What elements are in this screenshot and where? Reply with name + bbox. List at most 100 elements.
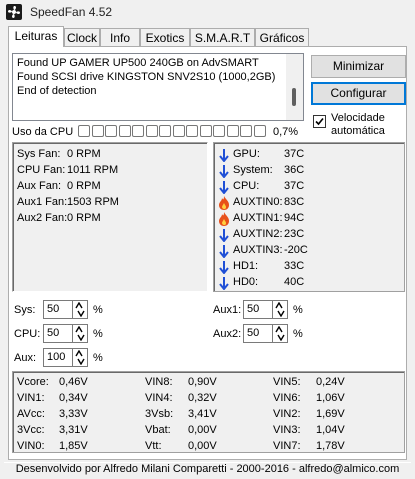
cpu-usage-segment [105,125,117,137]
cpu-usage-segment [186,125,198,137]
flame-icon [218,212,230,226]
temp-label: HD1: [233,260,259,272]
sys-speed-spinner[interactable] [72,300,88,319]
cpu-usage-segment [240,125,252,137]
voltage-label: VIN2: [273,408,301,420]
voltage-label: VIN7: [273,440,301,452]
tab-leituras[interactable]: Leituras [8,26,64,47]
sys-speed-label: Sys: [14,304,36,316]
sys-speed-unit: % [93,304,103,316]
temp-label: HD0: [233,276,259,288]
voltage-label: VIN6: [273,392,301,404]
arrow-down-icon [218,180,230,195]
tab-info[interactable]: Info [100,28,140,47]
voltage-value: 1,69V [316,408,345,420]
tab-clock[interactable]: Clock [64,28,100,47]
aux-speed-spinner[interactable] [72,348,88,367]
arrow-down-icon [218,164,230,179]
log-line: Found SCSI drive KINGSTON SNV2S10 (1000,… [17,71,276,83]
temp-label: CPU: [233,180,260,192]
cpu-usage-segment [118,125,131,137]
aux2-speed-input[interactable]: 50 [243,324,273,343]
cpu-usage-segment [213,125,225,137]
aux1-speed-spinner[interactable] [272,300,288,319]
cpu-usage-label: Uso da CPU [12,126,74,138]
title-bar: SpeedFan 4.52 [0,0,415,24]
temp-label: System: [233,164,273,176]
log-scrollbar[interactable] [286,54,303,120]
voltage-label: 3Vcc: [17,424,45,436]
fan-value: 0 RPM [67,180,101,192]
log-line: Found UP GAMER UP500 240GB on AdvSMART [17,57,259,69]
aux-speed-unit: % [93,352,103,364]
aux2-speed-spinner[interactable] [272,324,288,343]
temp-label: AUXTIN0: [233,196,283,208]
temp-value: -20C [284,244,308,256]
fan-value: 0 RPM [67,148,101,160]
fan-label: Aux2 Fan: [17,212,68,224]
fan-label: Aux Fan: [17,180,62,192]
voltage-value: 3,41V [188,408,217,420]
temp-value: 23C [284,228,305,240]
spinner-arrows-icon [275,326,285,341]
voltage-value: 1,78V [316,440,345,452]
minimize-button[interactable]: Minimizar [311,55,406,78]
cpu-speed-input[interactable]: 50 [43,324,73,343]
arrow-down-icon [218,244,230,259]
cpu-usage-segment [199,125,212,137]
log-line: End of detection [17,85,97,97]
cpu-usage-segment [226,125,239,137]
voltage-value: 1,06V [316,392,345,404]
arrow-down-icon [218,148,230,163]
cpu-usage-segment [253,125,266,137]
temp-value: 83C [284,196,305,208]
arrow-down-icon [218,260,230,275]
autospeed-checkbox[interactable] [313,115,326,128]
temp-value: 94C [284,212,305,224]
temp-label: AUXTIN2: [233,228,283,240]
log-scroll-thumb[interactable] [292,88,296,106]
voltage-value: 3,31V [59,424,88,436]
fan-label: Sys Fan: [17,148,61,160]
spinner-arrows-icon [75,350,85,365]
voltage-value: 0,34V [59,392,88,404]
voltage-label: VIN8: [145,376,173,388]
voltage-label: VIN0: [17,440,45,452]
aux1-speed-input[interactable]: 50 [243,300,273,319]
checkmark-icon [315,117,324,126]
arrow-down-icon [218,228,230,243]
temp-value: 37C [284,180,305,192]
tab-exotics[interactable]: Exotics [140,28,190,47]
sys-speed-input[interactable]: 50 [43,300,73,319]
temp-value: 37C [284,148,305,160]
voltage-value: 0,32V [188,392,217,404]
temp-value: 33C [284,260,305,272]
voltage-value: 3,33V [59,408,88,420]
voltage-label: Vcore: [17,376,49,388]
fan-value: 1011 RPM [67,164,119,176]
tab-graficos[interactable]: Gráficos [255,28,309,47]
spinner-arrows-icon [275,302,285,317]
voltage-value: 0,46V [59,376,88,388]
cpu-usage-segment [78,125,90,137]
temp-label: AUXTIN1: [233,212,283,224]
cpu-speed-spinner[interactable] [72,324,88,343]
voltage-label: Vtt: [145,440,162,452]
autospeed-label[interactable]: Velocidade automática [331,112,403,138]
temp-value: 40C [284,276,305,288]
voltage-label: VIN1: [17,392,45,404]
cpu-usage-segment [132,125,144,137]
arrow-down-icon [218,276,230,291]
temp-label: GPU: [233,148,260,160]
configure-button[interactable]: Configurar [311,82,406,105]
voltage-label: VIN4: [145,392,173,404]
fan-value: 1503 RPM [67,196,119,208]
voltage-value: 0,90V [188,376,217,388]
detection-log[interactable]: Found UP GAMER UP500 240GB on AdvSMART F… [12,53,304,121]
tab-smart[interactable]: S.M.A.R.T [190,28,255,47]
cpu-speed-label: CPU: [14,328,41,340]
aux1-speed-label: Aux1: [213,304,242,316]
spinner-arrows-icon [75,302,85,317]
aux-speed-input[interactable]: 100 [43,348,73,367]
voltage-value: 0,00V [188,424,217,436]
